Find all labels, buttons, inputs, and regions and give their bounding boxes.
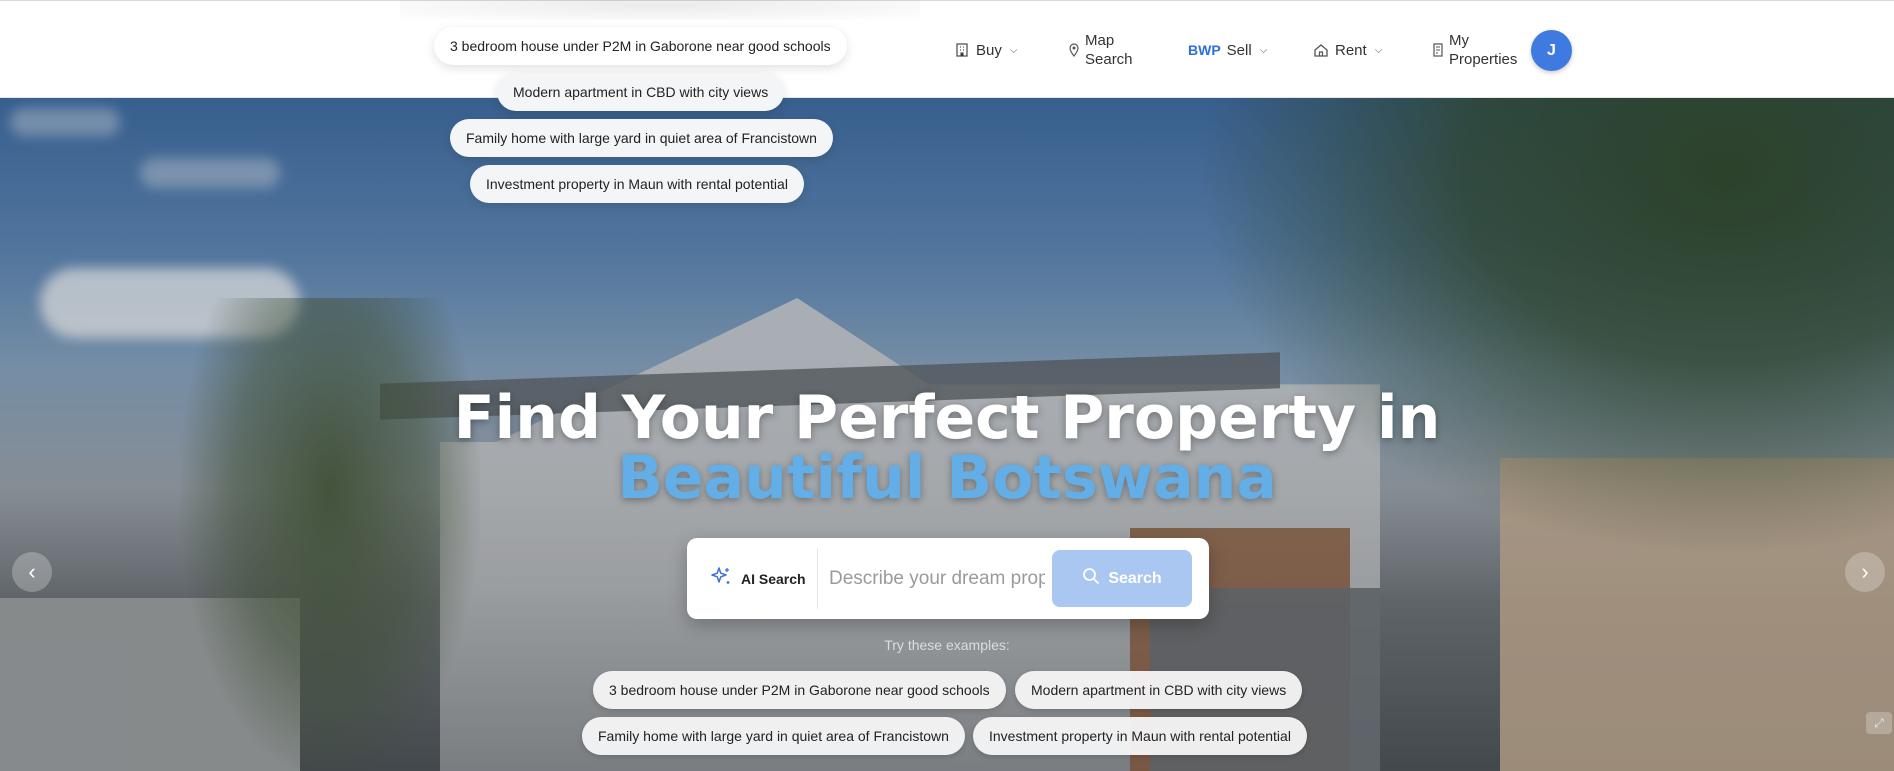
suggestion-chip[interactable]: Modern apartment in CBD with city views [497, 73, 785, 111]
nav-map-search-label: Map Search [1085, 31, 1133, 69]
nav-map-search[interactable]: Map Search [1069, 1, 1133, 99]
search-button-label: Search [1108, 569, 1162, 587]
hero-title-line1: Find Your Perfect Property in [453, 383, 1441, 453]
chevron-down-icon: ⌵ [1259, 44, 1268, 56]
nav-sell-label: Sell [1226, 41, 1252, 59]
nav-my-properties[interactable]: My Properties [1433, 1, 1517, 99]
nav-my-properties-label: My Properties [1449, 31, 1517, 69]
ai-search-label: AI Search [741, 570, 806, 587]
chevron-down-icon: ⌵ [1009, 44, 1018, 56]
dropdown-shadow [400, 0, 920, 20]
map-pin-icon [1069, 43, 1079, 57]
chevron-down-icon: ⌵ [1374, 44, 1383, 56]
carousel-prev-button[interactable]: ‹ [12, 552, 52, 592]
divider [817, 548, 818, 609]
user-avatar[interactable]: J [1531, 30, 1572, 71]
nav-map-line1: Map [1085, 32, 1115, 49]
chevron-right-icon: › [1861, 559, 1869, 584]
building-icon [954, 42, 970, 58]
ai-search-box: AI Search Search [687, 538, 1209, 619]
nav-buy[interactable]: Buy ⌵ [954, 1, 1017, 99]
examples-label: Try these examples: [884, 637, 1010, 653]
search-button[interactable]: Search [1052, 550, 1192, 607]
top-navbar: Buy ⌵ Map Search BWP Sell ⌵ Rent ⌵ My Pr… [0, 0, 1894, 98]
ai-search-toggle[interactable]: AI Search [709, 538, 806, 619]
hero-title-line2: Beautiful Botswana [617, 443, 1277, 513]
fullscreen-icon[interactable]: ⤢ [1866, 712, 1892, 734]
suggestion-chip[interactable]: Family home with large yard in quiet are… [450, 119, 833, 157]
carousel-next-button[interactable]: › [1845, 552, 1885, 592]
search-input[interactable] [829, 556, 1045, 601]
nav-rent[interactable]: Rent ⌵ [1313, 1, 1382, 99]
nav-myprops-line1: My [1449, 32, 1469, 49]
example-chip[interactable]: Modern apartment in CBD with city views [1015, 671, 1303, 709]
chevron-left-icon: ‹ [28, 559, 36, 584]
example-chip[interactable]: Family home with large yard in quiet are… [582, 717, 965, 755]
suggestion-chip[interactable]: 3 bedroom house under P2M in Gaborone ne… [434, 27, 847, 65]
nav-map-line2: Search [1085, 51, 1133, 68]
home-icon [1313, 42, 1329, 58]
suggestion-chip[interactable]: Investment property in Maun with rental … [470, 165, 804, 203]
nav-rent-label: Rent [1335, 41, 1367, 59]
document-icon [1433, 43, 1443, 57]
search-icon [1082, 567, 1100, 590]
sparkle-icon [709, 565, 733, 592]
example-chip[interactable]: Investment property in Maun with rental … [973, 717, 1307, 755]
example-chip[interactable]: 3 bedroom house under P2M in Gaborone ne… [593, 671, 1006, 709]
nav-sell[interactable]: BWP Sell ⌵ [1188, 1, 1267, 99]
currency-badge: BWP [1188, 42, 1221, 58]
nav-buy-label: Buy [976, 41, 1002, 59]
nav-myprops-line2: Properties [1449, 51, 1518, 68]
hero-title: Find Your Perfect Property in Beautiful … [0, 388, 1894, 508]
